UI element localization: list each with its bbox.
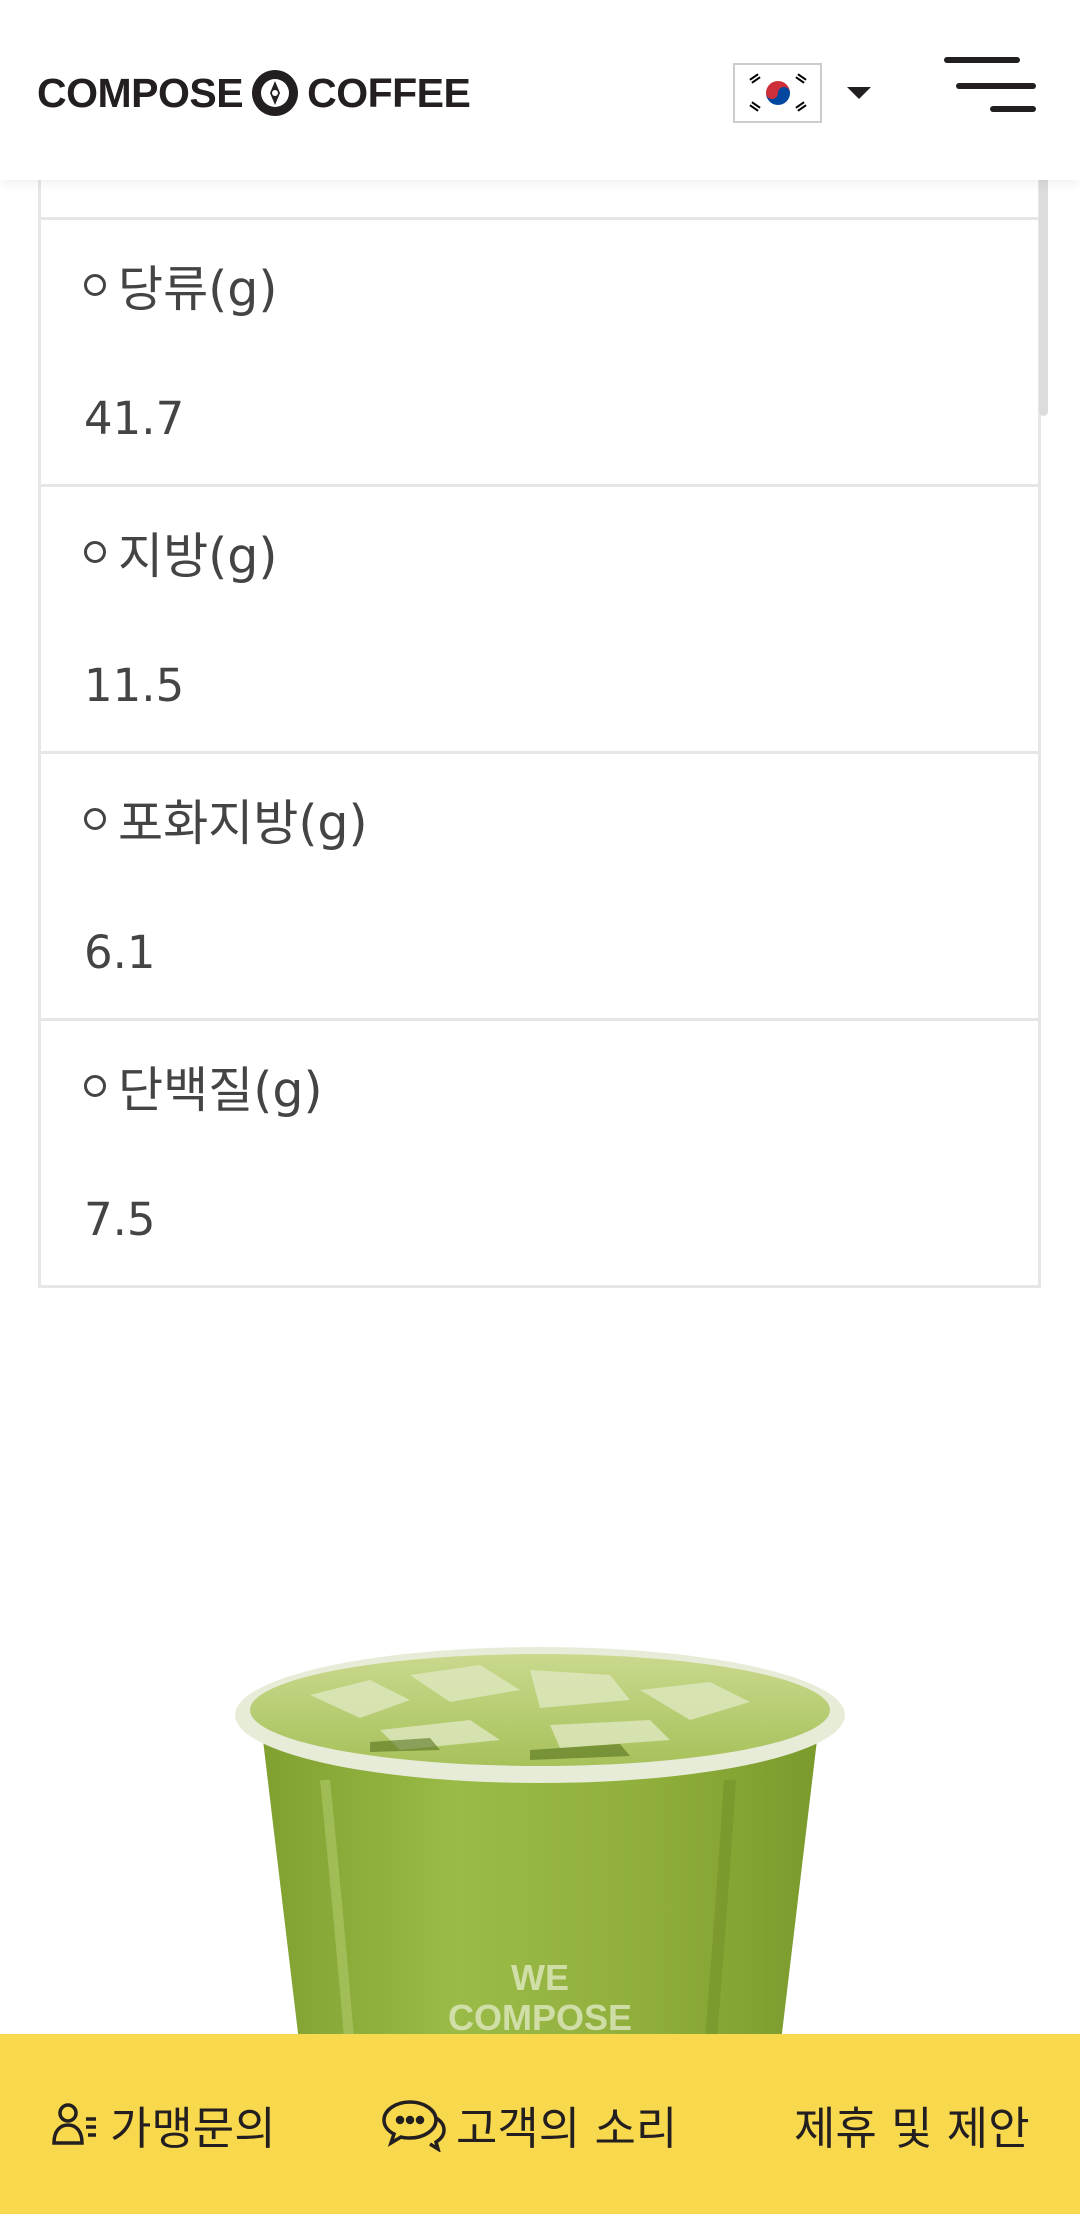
scrollbar[interactable]: [1039, 172, 1048, 416]
bullet-icon: [84, 274, 106, 296]
svg-text:WE: WE: [511, 1957, 569, 1998]
table-row: 단백질(g) 7.5: [41, 1021, 1038, 1288]
customer-voice-button[interactable]: 고객의 소리: [380, 2034, 677, 2214]
nutrition-table: 당류(g) 41.7 지방(g) 11.5 포화지방(g) 6.1 단백질(g)…: [38, 140, 1041, 1288]
nutrient-value: 6.1: [84, 925, 156, 979]
table-row: 당류(g) 41.7: [41, 220, 1038, 487]
chat-bubble-icon: [382, 2100, 446, 2152]
table-row: 지방(g) 11.5: [41, 487, 1038, 754]
bottom-action-bar: 가맹문의 고객의 소리 제휴 및 제안: [0, 2034, 1080, 2214]
bullet-icon: [84, 808, 106, 830]
nutrient-label: 포화지방(g): [118, 794, 368, 852]
partnership-proposal-button[interactable]: 제휴 및 제안: [794, 2034, 1030, 2214]
nutrient-label: 당류(g): [118, 260, 278, 318]
caret-down-icon: [847, 87, 871, 99]
product-image-iced-matcha-latte: WE COMPOSE: [235, 1647, 845, 2050]
bottom-bar-label: 가맹문의: [110, 2101, 276, 2155]
bottom-bar-label: 제휴 및 제안: [794, 2101, 1030, 2155]
nutrient-value: 41.7: [84, 391, 185, 445]
bullet-icon: [84, 541, 106, 563]
logo-text-left: COMPOSE: [37, 69, 244, 116]
person-list-icon: [52, 2103, 96, 2145]
nutrient-label: 단백질(g): [118, 1061, 323, 1119]
svg-text:COMPOSE: COMPOSE: [448, 1997, 632, 2038]
language-selector[interactable]: [733, 62, 877, 124]
nutrient-value: 11.5: [84, 658, 185, 712]
hamburger-menu-icon[interactable]: [944, 57, 1036, 113]
logo-text-right: COFFEE: [307, 69, 471, 116]
franchise-inquiry-button[interactable]: 가맹문의: [50, 2034, 276, 2214]
bottom-bar-label: 고객의 소리: [456, 2101, 678, 2155]
bullet-icon: [84, 1075, 106, 1097]
nutrient-value: 7.5: [84, 1192, 156, 1246]
korea-flag-icon: [733, 63, 822, 123]
page: COMPOSE COFFEE 당류(g) 41.7 지방(g) 11.5 포화지…: [0, 0, 1080, 2214]
nutrient-label: 지방(g): [118, 527, 278, 585]
logo-emblem-icon: [252, 70, 299, 116]
compose-coffee-logo[interactable]: COMPOSE COFFEE: [37, 68, 471, 118]
site-header: COMPOSE COFFEE: [0, 0, 1080, 180]
table-row: 포화지방(g) 6.1: [41, 754, 1038, 1021]
